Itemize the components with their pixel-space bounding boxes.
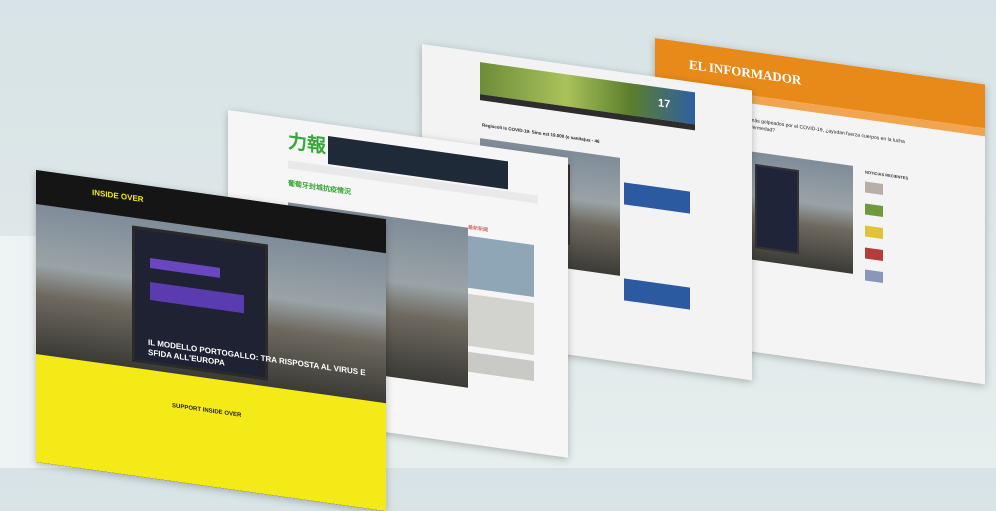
azorean-ad-blue: [624, 182, 690, 214]
informador-thumb-5: [865, 269, 883, 284]
chinese-headline: 葡萄牙封城抗疫情況: [288, 180, 351, 197]
informador-thumb-1: [865, 181, 883, 196]
chinese-logo: 力報: [288, 131, 327, 158]
azorean-ad-bottom: [624, 278, 690, 310]
informador-thumb-3: [865, 225, 883, 240]
informador-sidebar-title: NOTICIAS RECIENTES: [865, 169, 909, 181]
chinese-video-thumb-1: [468, 235, 534, 298]
azorean-temperature: 17: [658, 97, 671, 111]
inside-over-card[interactable]: INSIDE OVER IL MODELLO PORTOGALLO: TRA R…: [36, 170, 386, 511]
informador-phone-screen: [755, 164, 799, 255]
chinese-video-thumb-2: [468, 293, 534, 356]
informador-thumb-2: [865, 203, 883, 218]
chinese-sidebar-tab: 最新新聞: [468, 224, 489, 234]
perspective-mockup: EL INFORMADOR Las paises más golpeados p…: [0, 0, 996, 511]
informador-thumb-4: [865, 247, 883, 262]
chinese-video-thumb-3: [468, 351, 534, 382]
